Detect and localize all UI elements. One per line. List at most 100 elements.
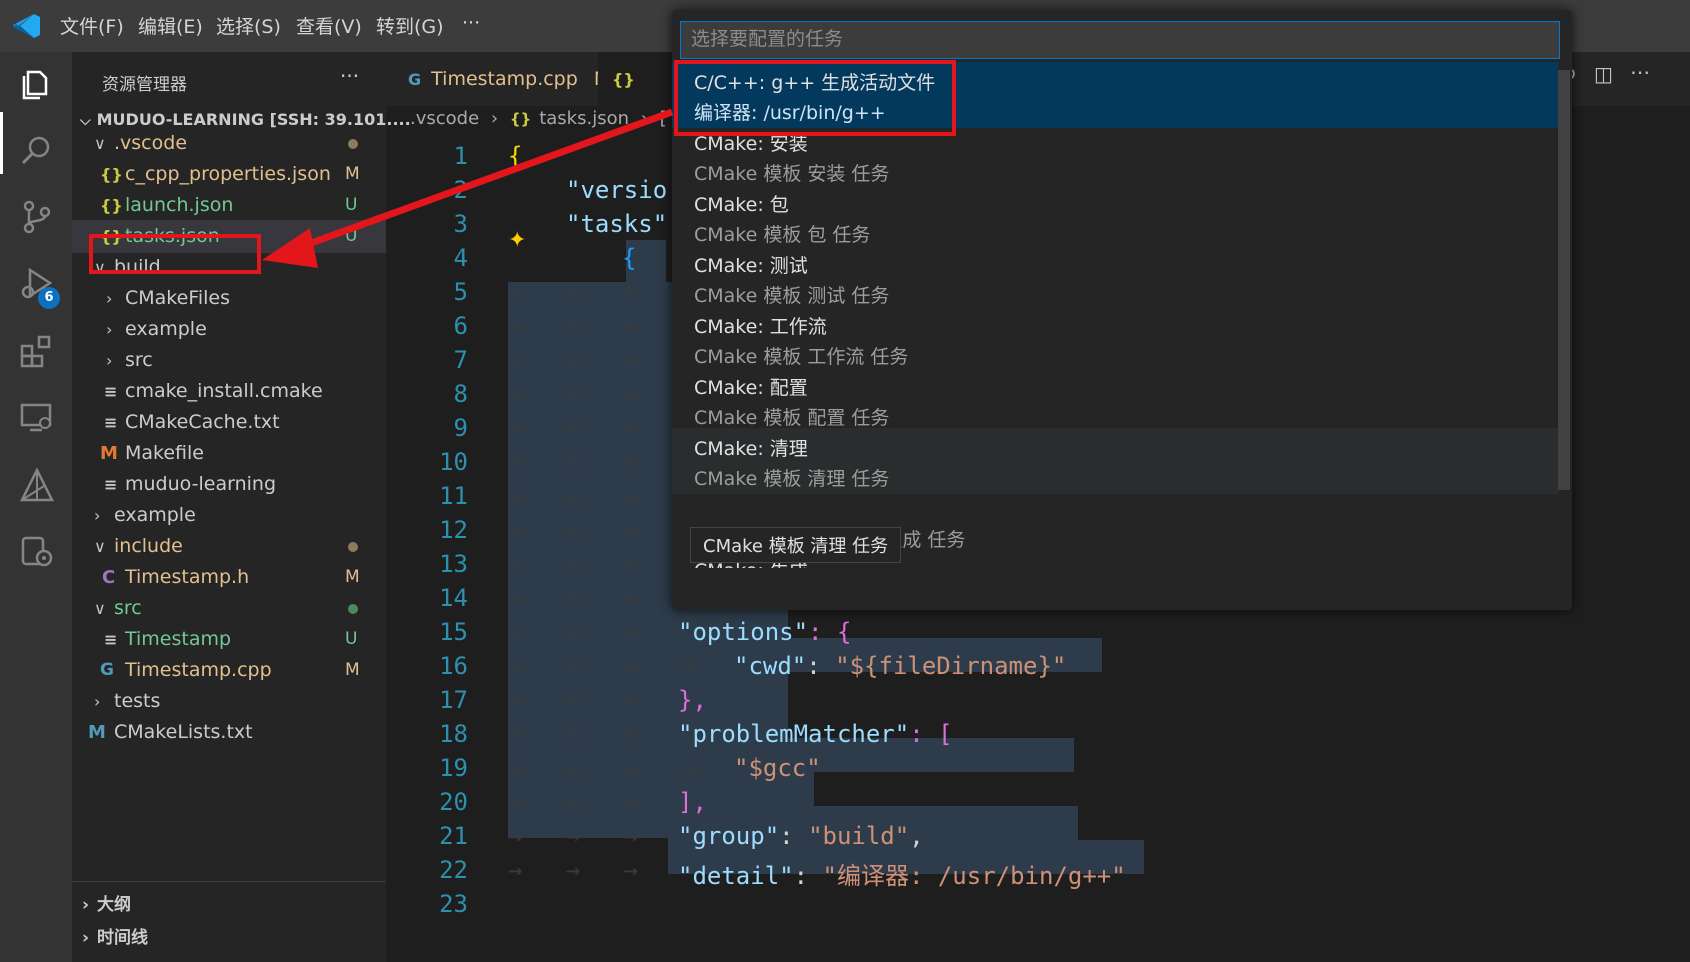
indent-guides: → → → bbox=[508, 346, 639, 374]
test-settings-icon[interactable] bbox=[18, 532, 56, 570]
cpp-file-icon: G bbox=[100, 660, 114, 680]
tree-folder-src[interactable]: ∨ src bbox=[72, 592, 386, 625]
tree-folder-build-example[interactable]: › example bbox=[72, 313, 386, 346]
line-number: 13 bbox=[439, 550, 468, 578]
tree-folder-example[interactable]: › example bbox=[72, 499, 386, 532]
tree-file-timestamp-cpp[interactable]: G Timestamp.cpp M bbox=[72, 654, 386, 687]
line-number: 21 bbox=[439, 822, 468, 850]
quick-pick-item[interactable]: CMake: 清理 CMake 模板 清理 任务 bbox=[672, 428, 1558, 494]
quick-pick-detail: CMake 模板 清理 任务 bbox=[694, 468, 890, 490]
tree-file-cmake-install[interactable]: ≡ cmake_install.cmake bbox=[72, 375, 386, 408]
code-token: "tasks" bbox=[566, 210, 668, 238]
tree-item-label: c_cpp_properties.json bbox=[125, 163, 331, 185]
indent-guides: → → → bbox=[508, 482, 639, 510]
menu-edit[interactable]: 编辑(E) bbox=[138, 12, 203, 39]
indent-guides: → → → bbox=[508, 448, 639, 476]
untracked-dot bbox=[348, 604, 358, 614]
indent-guides: → → → bbox=[508, 720, 639, 748]
indent-guides: → → → bbox=[508, 686, 639, 714]
breadcrumb-file[interactable]: tasks.json bbox=[539, 108, 629, 129]
quick-pick-item[interactable]: CMake: 工作流 CMake 模板 工作流 任务 bbox=[672, 306, 1558, 372]
run-debug-icon[interactable] bbox=[18, 264, 56, 302]
tree-item-label: Timestamp.cpp bbox=[125, 659, 272, 681]
split-editor-icon[interactable]: ◫ bbox=[1594, 62, 1613, 86]
tree-file-timestamp-h[interactable]: C Timestamp.h M bbox=[72, 561, 386, 594]
indent-guides: → → → bbox=[508, 584, 639, 612]
tree-file-c-cpp-properties[interactable]: {} c_cpp_properties.json M bbox=[72, 158, 386, 191]
tree-file-makefile[interactable]: M Makefile bbox=[72, 437, 386, 470]
line-number: 17 bbox=[439, 686, 468, 714]
tree-item-label: Makefile bbox=[125, 442, 204, 464]
tree-folder-build-src[interactable]: › src bbox=[72, 344, 386, 377]
panel-divider bbox=[72, 881, 386, 882]
annotation-box bbox=[89, 234, 261, 274]
source-control-icon[interactable] bbox=[18, 198, 56, 236]
quick-pick-item[interactable]: CMake: 测试 CMake 模板 测试 任务 bbox=[672, 245, 1558, 311]
code-line-15: "options": { bbox=[678, 618, 851, 646]
menu-more[interactable]: ··· bbox=[462, 12, 480, 34]
json-file-icon: {} bbox=[509, 110, 532, 128]
code-token: "group" bbox=[678, 822, 780, 850]
line-number: 5 bbox=[453, 278, 468, 306]
quick-pick-input[interactable] bbox=[680, 21, 1560, 59]
git-status-badge: U bbox=[345, 629, 358, 649]
tree-item-label: src bbox=[125, 349, 153, 371]
tree-folder-include[interactable]: ∨ include bbox=[72, 530, 386, 563]
line-number: 11 bbox=[439, 482, 468, 510]
cmake-icon[interactable] bbox=[18, 466, 56, 504]
chevron-down-icon: ∨ bbox=[94, 599, 106, 618]
tab-label: Timestamp.cpp bbox=[431, 68, 578, 90]
tree-file-cmakelists[interactable]: M CMakeLists.txt bbox=[72, 716, 386, 749]
line-number: 18 bbox=[439, 720, 468, 748]
outline-section[interactable]: › 大纲 bbox=[82, 890, 131, 915]
line-number: 20 bbox=[439, 788, 468, 816]
breadcrumb-folder[interactable]: .vscode bbox=[410, 108, 479, 129]
tree-item-label: include bbox=[114, 535, 183, 557]
line-number: 15 bbox=[439, 618, 468, 646]
extensions-icon[interactable] bbox=[18, 332, 56, 370]
chevron-right-icon: › bbox=[106, 320, 113, 339]
c-header-icon: C bbox=[102, 567, 116, 588]
timeline-section[interactable]: › 时间线 bbox=[82, 923, 148, 948]
tree-file-cmakecache[interactable]: ≡ CMakeCache.txt bbox=[72, 406, 386, 439]
explorer-icon[interactable] bbox=[18, 64, 56, 102]
explorer-sidebar: 资源管理器 ··· ⌵ MUDUO-LEARNING [SSH: 39.101..… bbox=[72, 52, 411, 962]
indent-guides: → → → → bbox=[508, 652, 696, 680]
menu-view[interactable]: 查看(V) bbox=[296, 12, 362, 39]
quick-pick-scrollbar[interactable] bbox=[1558, 70, 1570, 490]
menu-go[interactable]: 转到(G) bbox=[376, 12, 444, 39]
tree-item-label: CMakeLists.txt bbox=[114, 721, 253, 743]
code-token: "cwd" bbox=[734, 652, 807, 680]
sparkle-icon[interactable]: ✦ bbox=[508, 228, 526, 253]
git-status-badge: U bbox=[345, 195, 358, 215]
menu-selection[interactable]: 选择(S) bbox=[216, 12, 281, 39]
tree-folder-vscode[interactable]: ∨ .vscode bbox=[72, 127, 386, 160]
search-icon[interactable] bbox=[18, 132, 56, 170]
chevron-right-icon: › bbox=[490, 108, 499, 129]
menu-file[interactable]: 文件(F) bbox=[60, 12, 124, 39]
indent-guides: → → → bbox=[508, 414, 639, 442]
remote-explorer-icon[interactable] bbox=[18, 398, 56, 436]
tab-timestamp-cpp[interactable]: GTimestamp.cpp M bbox=[386, 52, 610, 106]
quick-pick-item[interactable]: CMake: 配置 CMake 模板 配置 任务 bbox=[672, 367, 1558, 433]
code-token: "problemMatcher" bbox=[678, 720, 910, 748]
tree-folder-cmakefiles[interactable]: › CMakeFiles bbox=[72, 282, 386, 315]
line-number: 23 bbox=[439, 890, 468, 918]
sidebar-more-button[interactable]: ··· bbox=[340, 64, 359, 88]
quick-pick-item[interactable]: CMake: 包 CMake 模板 包 任务 bbox=[672, 184, 1558, 250]
editor-more-button[interactable]: ⋯ bbox=[1630, 60, 1650, 84]
tab-tasks-json[interactable]: {} bbox=[598, 52, 678, 106]
line-number: 10 bbox=[439, 448, 468, 476]
tree-folder-tests[interactable]: › tests bbox=[72, 685, 386, 718]
task-search-input[interactable] bbox=[681, 22, 1559, 58]
tree-item-label: src bbox=[114, 597, 142, 619]
line-number: 1 bbox=[453, 142, 468, 170]
tree-file-launch[interactable]: {} launch.json U bbox=[72, 189, 386, 222]
editor-scrollbar[interactable] bbox=[1674, 140, 1690, 962]
code-token: : { bbox=[808, 618, 852, 646]
code-token: : [ bbox=[909, 720, 953, 748]
tree-file-muduo-learning[interactable]: ≡ muduo-learning bbox=[72, 468, 386, 501]
tree-file-timestamp[interactable]: ≡ Timestamp U bbox=[72, 623, 386, 656]
indent-guides: → → → bbox=[508, 278, 639, 306]
code-line-3: "tasks" bbox=[566, 210, 667, 238]
